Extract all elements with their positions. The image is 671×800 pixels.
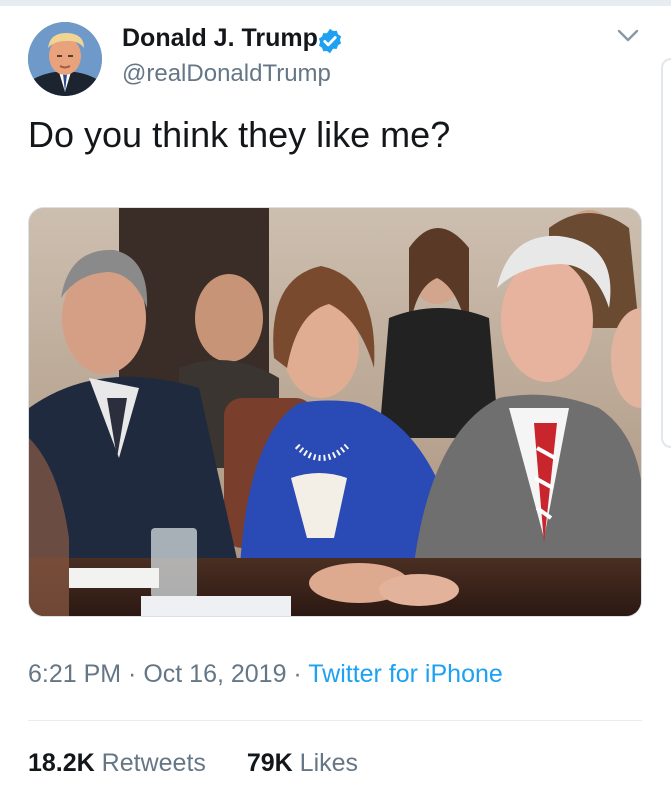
author-handle[interactable]: @realDonaldTrump [122, 60, 331, 88]
likes-label: Likes [299, 749, 359, 777]
avatar[interactable] [28, 22, 102, 96]
likes-stat[interactable]: 79K Likes [247, 749, 358, 778]
divider [28, 720, 642, 721]
source-separator: · [286, 660, 309, 688]
scrollbar[interactable] [661, 58, 671, 448]
author-display-name[interactable]: Donald J. Trump [122, 24, 318, 53]
retweets-stat[interactable]: 18.2K Retweets [28, 749, 206, 778]
tweet-text: Do you think they like me? [28, 114, 451, 155]
timestamp-separator: · [121, 660, 144, 688]
tweet-date[interactable]: Oct 16, 2019 [143, 660, 286, 688]
chevron-down-icon[interactable] [616, 26, 640, 46]
tweet-photo[interactable] [28, 207, 642, 617]
verified-badge-icon [318, 28, 342, 54]
tweet-time[interactable]: 6:21 PM [28, 660, 121, 688]
tweet-stats: 18.2K Retweets 79K Likes [28, 749, 358, 778]
likes-count: 79K [246, 749, 293, 777]
retweets-count: 18.2K [28, 749, 95, 777]
tweet-source-link[interactable]: Twitter for iPhone [308, 660, 503, 688]
tweet-timestamp: 6:21 PM · Oct 16, 2019 · Twitter for iPh… [28, 660, 503, 689]
photo-image [29, 208, 641, 616]
top-border [0, 0, 671, 6]
avatar-image [28, 22, 102, 96]
retweets-label: Retweets [101, 749, 206, 777]
